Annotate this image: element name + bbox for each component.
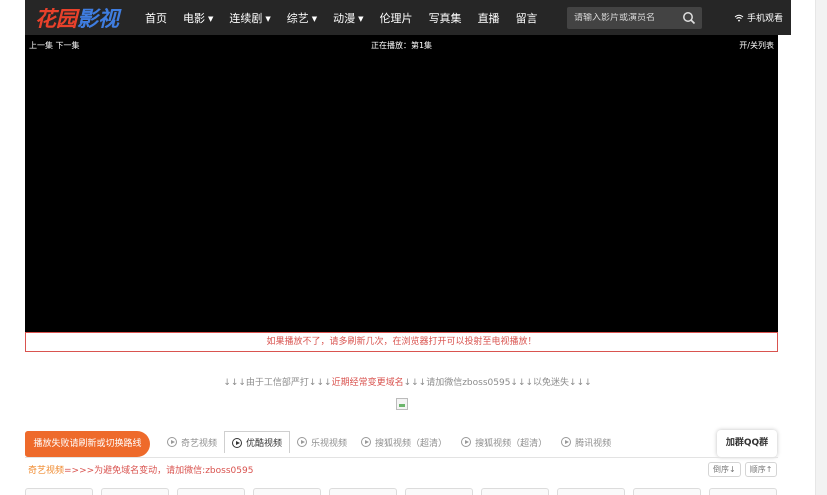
divider: [25, 457, 778, 458]
caret-down-icon: ▼: [311, 14, 318, 23]
search-icon[interactable]: [682, 11, 696, 25]
domain-notice-highlight: 近期经常变更域名: [331, 378, 404, 388]
playback-notice: 如果播放不了，请多刷新几次，在浏览器打开可以投射至电视播放！: [25, 332, 778, 352]
play-circle-icon: [297, 437, 308, 447]
domain-notice-part2: ↓↓↓请加微信zboss0595↓↓↓以免迷失↓↓↓: [403, 378, 592, 388]
tab-source-tencent[interactable]: 腾讯视频: [554, 431, 618, 453]
tab-source-youku[interactable]: 优酷视频: [224, 431, 291, 453]
site-logo[interactable]: 花园影视: [35, 3, 119, 33]
toggle-list-link[interactable]: 开/关列表: [739, 40, 774, 51]
nav-label: 留言: [515, 11, 538, 25]
tab-label: 搜狐视频（超清）: [375, 438, 448, 449]
caret-down-icon: ▼: [208, 14, 214, 23]
nav-label: 首页: [145, 11, 167, 25]
nav-photo[interactable]: 写真集: [421, 10, 470, 26]
play-circle-icon: [561, 437, 572, 447]
nav-label: 直播: [477, 11, 500, 25]
play-circle-icon: [461, 437, 472, 447]
play-circle-icon: [167, 437, 177, 447]
domain-notice: ↓↓↓由于工信部严打↓↓↓近期经常变更域名↓↓↓请加微信zboss0595↓↓↓…: [0, 375, 815, 388]
nav-anime[interactable]: 动漫 ▼: [325, 10, 371, 26]
nav-label: 连续剧: [229, 11, 263, 25]
episode-button[interactable]: [177, 488, 245, 495]
switch-route-button[interactable]: 播放失败请刷新或切换路线: [25, 431, 150, 457]
nav-variety[interactable]: 综艺 ▼: [279, 10, 325, 26]
episode-button[interactable]: [253, 488, 321, 495]
play-circle-icon: [361, 437, 372, 447]
top-navbar: 花园影视 首页 电影 ▼ 连续剧 ▼ 综艺 ▼ 动漫 ▼ 伦理片 写真集 直播 留言: [25, 0, 791, 35]
episode-button[interactable]: [25, 488, 93, 495]
nav-label: 综艺: [286, 11, 309, 25]
nav-label: 动漫: [333, 11, 356, 25]
episode-button[interactable]: [405, 488, 473, 495]
nav-label: 写真集: [428, 11, 462, 25]
episode-list: [25, 488, 777, 495]
play-circle-icon: [232, 437, 243, 448]
episode-button[interactable]: [101, 488, 169, 495]
caret-down-icon: ▼: [265, 14, 271, 23]
episode-button[interactable]: [481, 488, 549, 495]
mobile-view-link[interactable]: 手机观看: [734, 11, 783, 24]
search-input[interactable]: [567, 13, 677, 23]
qq-group-button[interactable]: 加群QQ群: [717, 430, 777, 457]
tab-label: 搜狐视频（超清）: [475, 438, 548, 449]
broken-image-icon: [396, 398, 408, 410]
nav-label: 电影: [183, 11, 205, 25]
nav-series[interactable]: 连续剧 ▼: [221, 10, 278, 26]
episode-button[interactable]: [329, 488, 397, 495]
nav-movies[interactable]: 电影 ▼: [175, 10, 221, 26]
episode-button[interactable]: [557, 488, 625, 495]
source-note-name: 奇艺视频: [28, 466, 65, 476]
sort-desc-button[interactable]: 倒序↓: [708, 462, 741, 477]
tab-source-iqiyi[interactable]: 奇艺视频: [160, 431, 224, 453]
nav-ethics[interactable]: 伦理片: [372, 10, 421, 26]
tab-label: 优酷视频: [246, 439, 283, 449]
caret-down-icon: ▼: [358, 14, 364, 23]
tab-source-letv[interactable]: 乐视视频: [290, 431, 354, 453]
nav-live[interactable]: 直播: [470, 10, 508, 26]
wifi-icon: [734, 14, 744, 21]
page: 花园影视 首页 电影 ▼ 连续剧 ▼ 综艺 ▼ 动漫 ▼ 伦理片 写真集 直播 留言: [0, 0, 827, 495]
page-scrollbar[interactable]: [815, 0, 827, 495]
episode-button[interactable]: [633, 488, 701, 495]
logo-text-part1: 花园: [35, 5, 77, 31]
tab-source-sohu-2[interactable]: 搜狐视频（超清）: [454, 431, 554, 453]
nav-guestbook[interactable]: 留言: [508, 10, 546, 26]
now-playing-text: 正在播放：第1集: [370, 41, 433, 50]
source-tabs: 奇艺视频 优酷视频 乐视视频 搜狐视频（超清） 搜狐视频（超清） 腾讯视频: [160, 431, 618, 453]
source-note: 奇艺视频=>>>为避免域名变动，请加微信:zboss0595: [28, 463, 253, 476]
tab-source-sohu-1[interactable]: 搜狐视频（超清）: [354, 431, 454, 453]
nav-label: 伦理片: [379, 11, 413, 25]
player-top-bar: 上一集 下一集 正在播放：第1集 开/关列表: [25, 40, 778, 52]
tab-label: 乐视视频: [311, 438, 348, 449]
domain-notice-part1: ↓↓↓由于工信部严打↓↓↓: [223, 378, 332, 388]
search-box: [567, 7, 702, 29]
video-player[interactable]: 上一集 下一集 正在播放：第1集 开/关列表: [25, 35, 778, 332]
tab-label: 腾讯视频: [575, 438, 612, 449]
sort-asc-button[interactable]: 顺序↑: [744, 462, 778, 477]
tab-label: 奇艺视频: [181, 438, 218, 449]
source-note-text: =>>>为避免域名变动，请加微信:zboss0595: [64, 466, 254, 476]
mobile-view-label: 手机观看: [746, 14, 783, 24]
sort-buttons: 倒序↓ 顺序↑: [708, 462, 778, 477]
logo-text-part2: 影视: [77, 5, 119, 31]
nav-home[interactable]: 首页: [137, 10, 175, 26]
main-menu: 首页 电影 ▼ 连续剧 ▼ 综艺 ▼ 动漫 ▼ 伦理片 写真集 直播 留言: [137, 10, 546, 26]
episode-button[interactable]: [709, 488, 777, 495]
